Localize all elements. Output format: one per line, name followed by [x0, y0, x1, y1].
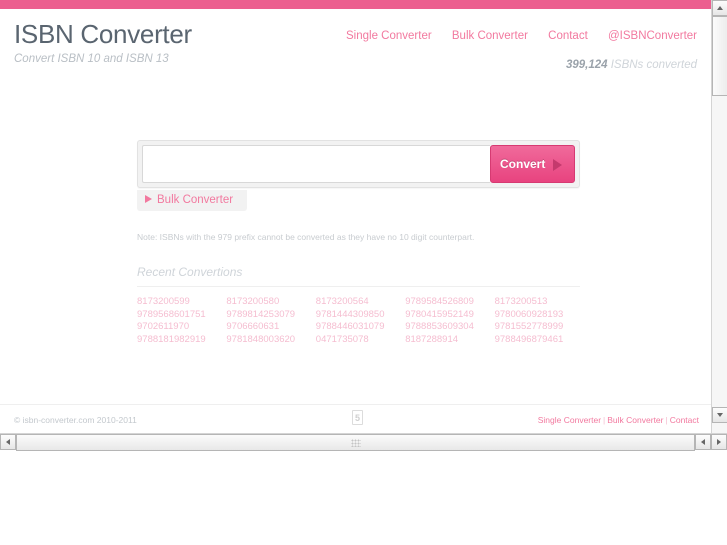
- recent-isbn-link[interactable]: 9788496879461: [495, 334, 580, 347]
- play-arrow-icon: [553, 159, 562, 171]
- recent-isbn-link[interactable]: 9706660631: [226, 321, 311, 334]
- page-title: ISBN Converter: [14, 19, 192, 49]
- page-content: ISBN Converter Convert ISBN 10 and ISBN …: [0, 0, 711, 433]
- nav-contact[interactable]: Contact: [548, 30, 588, 42]
- recent-conversions-grid: 8173200599 8173200580 8173200564 9789584…: [137, 287, 580, 346]
- nav-single-converter[interactable]: Single Converter: [346, 30, 432, 42]
- recent-isbn-link[interactable]: 9702611970: [137, 321, 222, 334]
- scroll-left-button-secondary[interactable]: [695, 434, 711, 450]
- chevron-left-icon: [701, 438, 705, 445]
- site-footer: © isbn-converter.com 2010-2011 5 Single …: [0, 404, 711, 433]
- recent-isbn-link[interactable]: 9788446031079: [316, 321, 401, 334]
- conversion-counter: 399,124 ISBNs converted: [566, 59, 697, 71]
- footer-nav: Single Converter | Bulk Converter | Contact: [538, 415, 699, 425]
- vertical-scrollbar[interactable]: [711, 0, 727, 433]
- brand: ISBN Converter Convert ISBN 10 and ISBN …: [14, 19, 192, 67]
- bulk-converter-tab-label: Bulk Converter: [157, 194, 234, 206]
- main-nav: Single Converter Bulk Converter Contact …: [346, 30, 697, 42]
- recent-isbn-link[interactable]: 8187288914: [405, 334, 490, 347]
- isbn-input[interactable]: [142, 145, 490, 183]
- convert-button[interactable]: Convert: [490, 145, 575, 183]
- chevron-left-icon: [6, 438, 10, 445]
- copyright-text: © isbn-converter.com 2010-2011: [14, 415, 137, 425]
- scroll-left-button[interactable]: [0, 434, 16, 450]
- scroll-up-button[interactable]: [712, 0, 727, 16]
- converter-form: Convert Bulk Converter Note: ISBNs with …: [137, 140, 580, 243]
- play-arrow-icon: [145, 195, 152, 203]
- footer-separator: |: [603, 415, 606, 425]
- recent-isbn-link[interactable]: 9781848003620: [226, 334, 311, 347]
- horizontal-scrollbar-thumb[interactable]: [16, 434, 695, 451]
- converter-note: Note: ISBNs with the 979 prefix cannot b…: [137, 232, 475, 243]
- nav-twitter[interactable]: @ISBNConverter: [608, 30, 697, 42]
- recent-isbn-link[interactable]: 9788181982919: [137, 334, 222, 347]
- recent-isbn-link[interactable]: 8173200580: [226, 296, 311, 309]
- conversion-counter-suffix: ISBNs converted: [607, 59, 697, 71]
- recent-isbn-link[interactable]: 9788853609304: [405, 321, 490, 334]
- chevron-right-icon: [717, 438, 721, 445]
- site-tagline: Convert ISBN 10 and ISBN 13: [14, 53, 169, 65]
- bulk-converter-tab[interactable]: Bulk Converter: [137, 190, 248, 212]
- recent-isbn-link[interactable]: 9781444309850: [316, 309, 401, 322]
- input-shell: Convert: [137, 140, 580, 188]
- recent-isbn-link[interactable]: 0471735078: [316, 334, 401, 347]
- grip-icon: [350, 438, 361, 447]
- recent-isbn-link[interactable]: 9780060928193: [495, 309, 580, 322]
- recent-isbn-link[interactable]: 8173200599: [137, 296, 222, 309]
- recent-isbn-link[interactable]: 9789568601751: [137, 309, 222, 322]
- html5-badge-icon: 5: [352, 410, 363, 425]
- recent-isbn-link[interactable]: 9789584526809: [405, 296, 490, 309]
- footer-contact[interactable]: Contact: [670, 415, 699, 425]
- chevron-up-icon: [716, 6, 723, 10]
- footer-bulk-converter[interactable]: Bulk Converter: [607, 415, 663, 425]
- recent-isbn-link[interactable]: 9781552778999: [495, 321, 580, 334]
- vertical-scrollbar-thumb[interactable]: [712, 16, 727, 96]
- convert-button-label: Convert: [500, 157, 546, 171]
- chevron-down-icon: [716, 413, 723, 417]
- recent-conversions-title: Recent Convertions: [137, 265, 580, 287]
- recent-isbn-link[interactable]: 9789814253079: [226, 309, 311, 322]
- nav-bulk-converter[interactable]: Bulk Converter: [452, 30, 528, 42]
- horizontal-scrollbar[interactable]: [0, 433, 727, 451]
- recent-isbn-link[interactable]: 9780415952149: [405, 309, 490, 322]
- recent-conversions: Recent Convertions 8173200599 8173200580…: [137, 265, 580, 346]
- site-header: ISBN Converter Convert ISBN 10 and ISBN …: [0, 9, 711, 85]
- top-accent-bar: [0, 0, 711, 9]
- recent-isbn-link[interactable]: 8173200513: [495, 296, 580, 309]
- recent-isbn-link[interactable]: 8173200564: [316, 296, 401, 309]
- scroll-down-button[interactable]: [712, 407, 727, 423]
- scroll-right-button[interactable]: [711, 434, 727, 450]
- browser-viewport: ISBN Converter Convert ISBN 10 and ISBN …: [0, 0, 727, 545]
- footer-single-converter[interactable]: Single Converter: [538, 415, 601, 425]
- conversion-counter-number: 399,124: [565, 59, 608, 71]
- footer-separator: |: [665, 415, 668, 425]
